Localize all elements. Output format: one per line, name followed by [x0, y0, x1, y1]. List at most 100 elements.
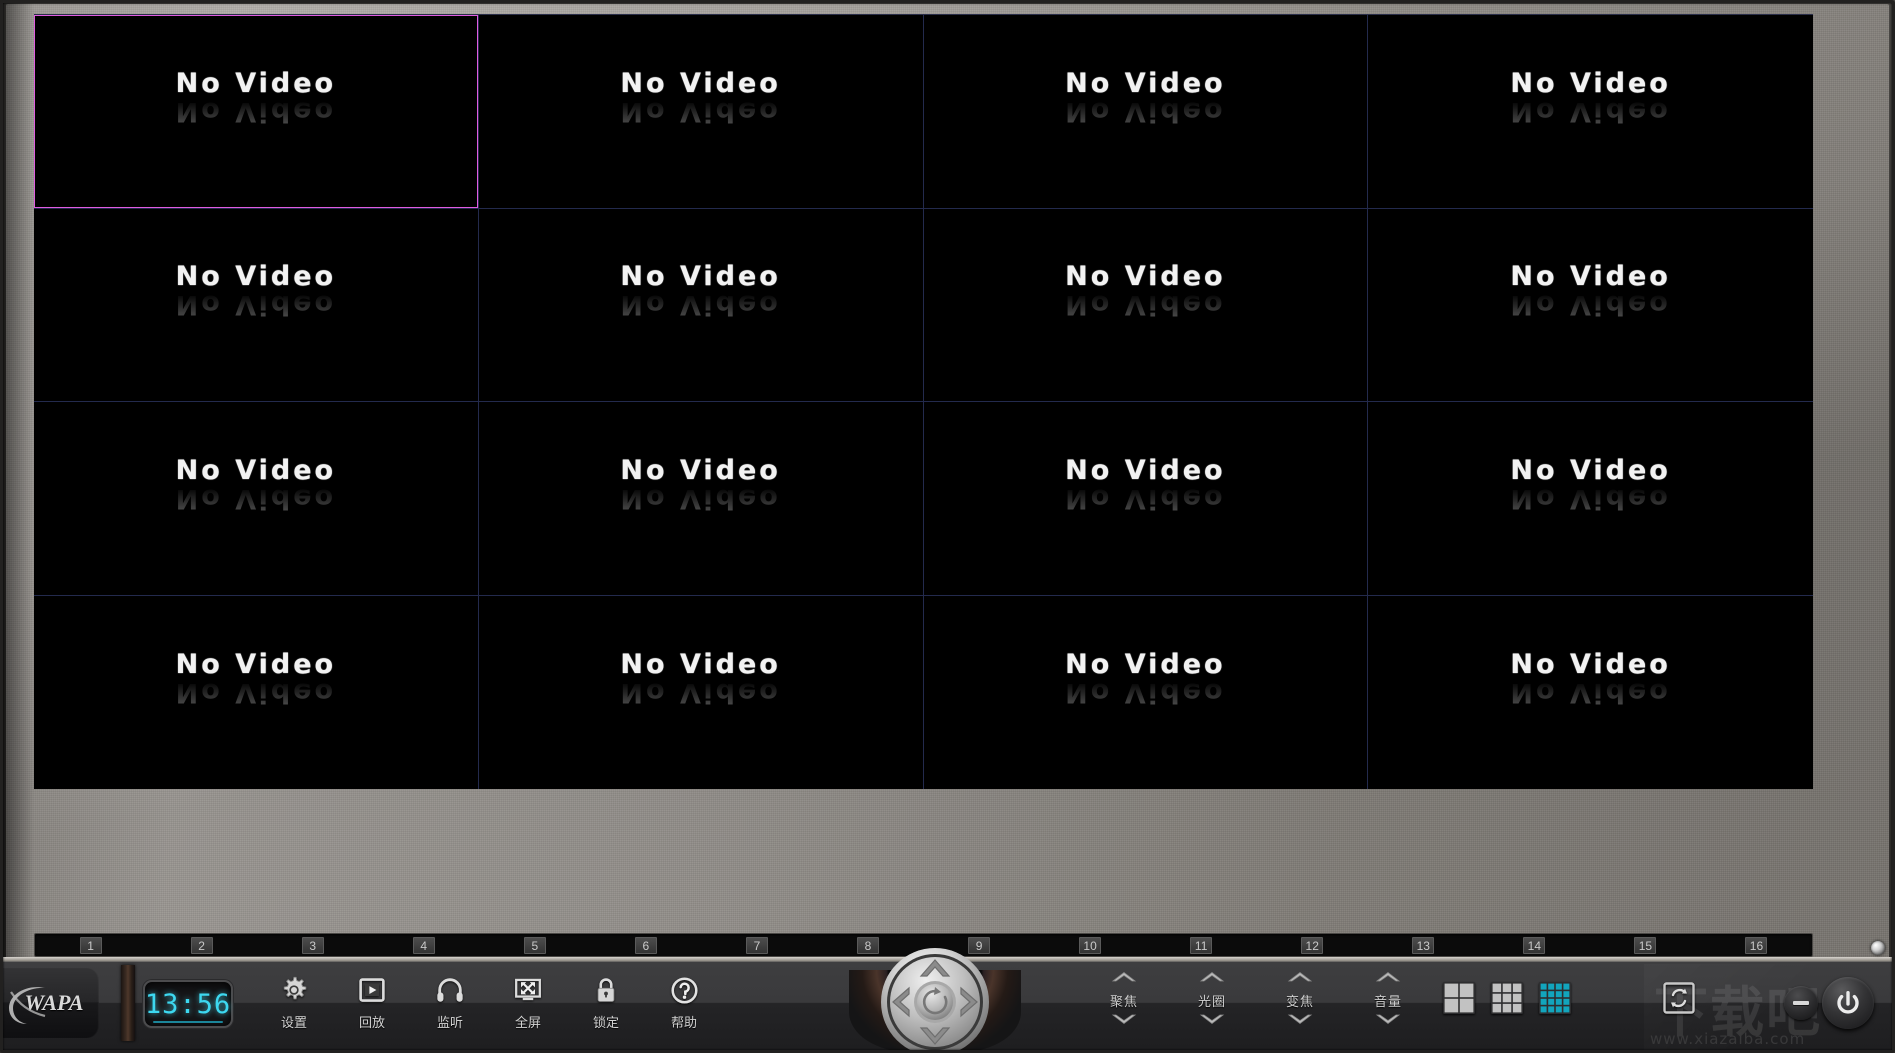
channel-button-11[interactable]: 11	[1190, 936, 1213, 954]
channel-button-4[interactable]: 4	[412, 936, 435, 954]
camera-control-spinners: 聚焦 光圈 变焦 音量	[1093, 970, 1419, 1031]
iris-decrease-button[interactable]	[1199, 1013, 1225, 1031]
no-video-reflection: No Video	[1510, 95, 1671, 127]
no-video-placeholder: No Video No Video	[1065, 70, 1225, 127]
focus-label: 聚焦	[1109, 995, 1138, 1010]
video-cell-16[interactable]: No Video No Video	[1368, 595, 1813, 789]
video-cell-1[interactable]: No Video No Video	[34, 15, 479, 209]
playback-label: 回放	[358, 1016, 385, 1031]
channel-button-2[interactable]: 2	[190, 936, 213, 954]
no-video-reflection: No Video	[175, 676, 337, 708]
cycle-icon[interactable]	[1663, 982, 1695, 1014]
no-video-placeholder: No Video No Video	[620, 651, 780, 708]
no-video-placeholder: No Video No Video	[175, 651, 337, 708]
focus-spinner: 聚焦	[1093, 970, 1155, 1031]
channel-button-15[interactable]: 15	[1634, 936, 1657, 954]
video-cell-8[interactable]: No Video No Video	[1368, 208, 1813, 402]
volume-decrease-button[interactable]	[1375, 1013, 1401, 1031]
layout-2x2-button[interactable]	[1443, 982, 1475, 1014]
no-video-placeholder: No Video No Video	[175, 261, 337, 321]
no-video-label: No Video	[1510, 454, 1671, 486]
no-video-reflection: No Video	[1510, 482, 1671, 514]
no-video-label: No Video	[175, 261, 337, 293]
no-video-reflection: No Video	[1065, 676, 1226, 708]
help-button[interactable]: 帮助	[645, 968, 723, 1040]
no-video-placeholder: No Video No Video	[1065, 454, 1226, 514]
no-video-placeholder: No Video No Video	[1510, 648, 1671, 708]
video-cell-4[interactable]: No Video No Video	[1368, 15, 1813, 209]
layout-4x4-button[interactable]	[1539, 982, 1571, 1014]
channel-button-16[interactable]: 16	[1745, 936, 1768, 954]
no-video-label: No Video	[620, 454, 781, 486]
no-video-reflection: No Video	[1510, 289, 1671, 321]
zoom-increase-button[interactable]	[1287, 970, 1313, 988]
no-video-reflection: No Video	[1065, 289, 1226, 321]
lock-button[interactable]: 锁定	[567, 968, 645, 1040]
no-video-placeholder: No Video No Video	[1510, 263, 1671, 321]
fullscreen-button[interactable]: 全屏	[489, 968, 567, 1040]
status-led-indicator	[1871, 941, 1885, 955]
channel-button-7[interactable]: 7	[745, 936, 768, 954]
iris-label: 光圈	[1197, 995, 1226, 1010]
lock-icon	[591, 975, 621, 1005]
iris-increase-button[interactable]	[1199, 970, 1225, 988]
power-icon	[1837, 991, 1859, 1014]
iris-spinner: 光圈	[1181, 970, 1243, 1031]
no-video-reflection: No Video	[620, 289, 781, 321]
volume-increase-button[interactable]	[1375, 970, 1401, 988]
playback-button[interactable]: 回放	[333, 968, 411, 1040]
layout-3x3-button[interactable]	[1491, 982, 1523, 1014]
no-video-placeholder: No Video No Video	[620, 263, 781, 321]
channel-slot-2: 2	[146, 934, 257, 956]
video-cell-13[interactable]: No Video No Video	[34, 595, 479, 789]
focus-decrease-button[interactable]	[1111, 1013, 1137, 1031]
minimize-button[interactable]	[1784, 986, 1818, 1020]
zoom-decrease-button[interactable]	[1287, 1013, 1313, 1031]
playback-icon	[357, 975, 387, 1005]
no-video-placeholder: No Video No Video	[620, 454, 781, 514]
help-label: 帮助	[670, 1016, 697, 1031]
video-cell-10[interactable]: No Video No Video	[478, 402, 924, 596]
audio-monitor-button[interactable]: 监听	[411, 968, 489, 1040]
gear-icon	[279, 975, 309, 1005]
no-video-label: No Video	[175, 67, 337, 99]
no-video-placeholder: No Video No Video	[176, 457, 336, 514]
fullscreen-label: 全屏	[514, 1016, 541, 1031]
channel-button-5[interactable]: 5	[523, 936, 546, 954]
focus-increase-button[interactable]	[1111, 970, 1137, 988]
video-cell-7[interactable]: No Video No Video	[923, 208, 1369, 402]
video-cell-14[interactable]: No Video No Video	[478, 595, 924, 789]
channel-slot-11: 11	[1146, 934, 1257, 956]
channel-button-10[interactable]: 10	[1079, 936, 1102, 954]
video-cell-6[interactable]: No Video No Video	[478, 208, 924, 402]
no-video-reflection: No Video	[175, 289, 337, 321]
channel-button-3[interactable]: 3	[301, 936, 324, 954]
video-cell-12[interactable]: No Video No Video	[1368, 402, 1813, 596]
channel-button-12[interactable]: 12	[1301, 936, 1324, 954]
no-video-label: No Video	[1065, 454, 1226, 486]
no-video-reflection: No Video	[175, 95, 337, 127]
zoom-spinner: 变焦	[1269, 970, 1331, 1031]
channel-slot-5: 5	[479, 934, 590, 956]
video-cell-9[interactable]: No Video No Video	[34, 402, 479, 596]
no-video-label: No Video	[1510, 648, 1671, 680]
no-video-reflection: No Video	[620, 95, 781, 127]
channel-button-13[interactable]: 13	[1412, 936, 1435, 954]
channel-button-14[interactable]: 14	[1523, 936, 1546, 954]
video-cell-5[interactable]: No Video No Video	[34, 208, 479, 402]
channel-button-8[interactable]: 8	[856, 936, 879, 954]
no-video-label: No Video	[1065, 261, 1226, 293]
channel-slot-15: 15	[1590, 934, 1701, 956]
channel-button-6[interactable]: 6	[634, 936, 657, 954]
ptz-joystick[interactable]	[879, 946, 991, 1053]
settings-button[interactable]: 设置	[255, 968, 333, 1040]
video-cell-15[interactable]: No Video No Video	[923, 595, 1369, 789]
video-cell-3[interactable]: No Video No Video	[923, 15, 1369, 209]
power-button[interactable]	[1822, 977, 1874, 1029]
channel-slot-10: 10	[1035, 934, 1146, 956]
channel-button-1[interactable]: 1	[79, 936, 102, 954]
settings-label: 设置	[280, 1016, 307, 1031]
video-cell-11[interactable]: No Video No Video	[923, 402, 1369, 596]
no-video-placeholder: No Video No Video	[1065, 261, 1226, 321]
video-cell-2[interactable]: No Video No Video	[478, 15, 924, 209]
